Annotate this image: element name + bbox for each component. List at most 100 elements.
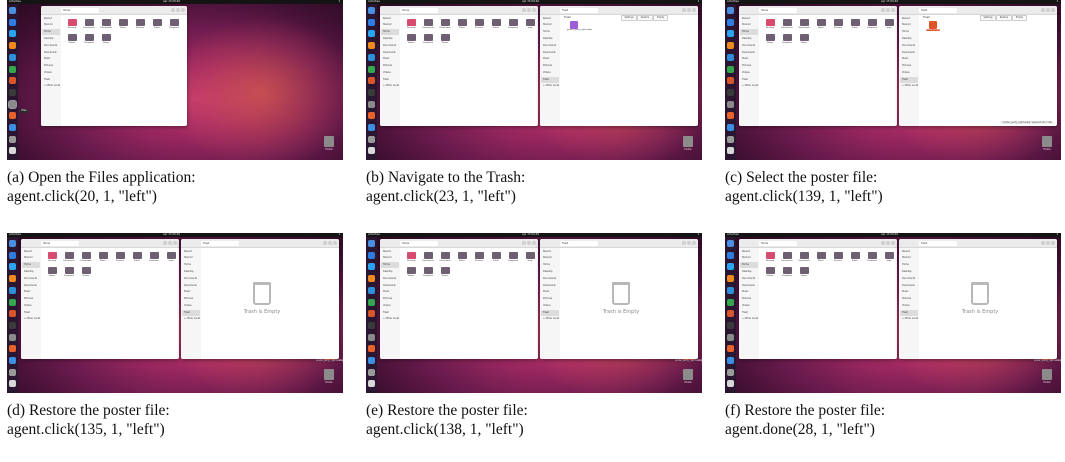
sidebar-item[interactable]: Documents	[541, 276, 559, 282]
sidebar-item[interactable]: Starred	[541, 255, 559, 261]
apps-grid-icon[interactable]	[727, 380, 734, 388]
sidebar-item[interactable]: Recent	[381, 249, 399, 255]
sidebar-item[interactable]: Videos	[740, 70, 758, 76]
folder-item[interactable]: snap	[883, 252, 895, 265]
software-icon[interactable]	[727, 112, 734, 120]
folder-item[interactable]: Templates	[781, 267, 793, 280]
folder-item[interactable]: Templates	[781, 34, 793, 47]
sidebar-item[interactable]: Music	[900, 56, 918, 62]
sidebar-item[interactable]: Downloads	[22, 283, 40, 289]
sidebar-item[interactable]: Home	[182, 262, 200, 268]
sidebar-item[interactable]: + Other Locations	[381, 83, 399, 89]
writer-icon[interactable]	[368, 286, 375, 294]
close-button[interactable]	[881, 8, 885, 12]
sidebar-item[interactable]: Trash	[740, 77, 758, 83]
folder-item[interactable]: Documents	[781, 252, 793, 265]
folder-item[interactable]: Videos	[798, 267, 810, 280]
folder-item[interactable]: Pictures	[473, 252, 485, 265]
sidebar-item[interactable]: Trash	[381, 77, 399, 83]
sidebar-item[interactable]: Trash	[182, 309, 200, 316]
sidebar-item[interactable]: Desktop	[381, 269, 399, 275]
sidebar-item[interactable]: Videos	[182, 303, 200, 309]
sidebar-item[interactable]: Recent	[22, 249, 40, 255]
maximize-button[interactable]	[176, 8, 180, 12]
sidebar-item[interactable]: Starred	[541, 22, 559, 28]
folder-item[interactable]: Videos	[66, 34, 78, 47]
sidebar-item[interactable]: Videos	[900, 303, 918, 309]
sidebar-item[interactable]: Downloads	[381, 50, 399, 56]
sidebar-item[interactable]: Home	[381, 29, 399, 36]
sidebar-item[interactable]: Videos	[381, 70, 399, 76]
chrome-icon[interactable]	[368, 240, 375, 247]
close-button[interactable]	[171, 8, 175, 12]
impress-icon[interactable]	[368, 77, 375, 85]
sidebar-item[interactable]: Pictures	[740, 296, 758, 302]
path-bar[interactable]: Home	[400, 240, 438, 246]
folder-item[interactable]: Downloads	[100, 19, 112, 32]
maximize-button[interactable]	[687, 8, 691, 12]
sidebar-item[interactable]: Home	[900, 262, 918, 268]
vlc-icon[interactable]	[368, 275, 375, 283]
sidebar-item[interactable]: Documents	[740, 43, 758, 49]
vlc-icon[interactable]	[727, 275, 734, 283]
writer-icon[interactable]	[368, 53, 375, 61]
folder-item[interactable]: Templates	[63, 267, 75, 280]
folder-item[interactable]: Templates	[83, 34, 95, 47]
clock[interactable]: Apr 15 09:49	[522, 0, 539, 4]
sidebar-item[interactable]: Documents	[381, 43, 399, 49]
trash-icon[interactable]	[727, 368, 734, 376]
minimize-button[interactable]	[333, 241, 337, 245]
close-button[interactable]	[163, 241, 167, 245]
impress-icon[interactable]	[727, 310, 734, 318]
folder-item[interactable]: Templates	[866, 252, 878, 265]
trash-icon[interactable]	[368, 368, 375, 376]
folder-item[interactable]: Videos	[764, 34, 776, 47]
files-icon[interactable]	[368, 100, 375, 108]
sidebar-item[interactable]: Starred	[900, 255, 918, 261]
folder-item[interactable]: Downloads	[798, 252, 810, 265]
clock[interactable]: Apr 15 09:49	[163, 233, 180, 237]
calc-icon[interactable]	[9, 65, 16, 73]
sidebar-item[interactable]: + Other Locations	[541, 316, 559, 322]
system-tray-icon[interactable]: ▾	[1057, 0, 1058, 4]
writer-icon[interactable]	[9, 53, 16, 61]
sidebar-item[interactable]: Documents	[900, 276, 918, 282]
sidebar-item[interactable]: Videos	[541, 70, 559, 76]
settings-button[interactable]: Settings	[980, 15, 996, 21]
impress-icon[interactable]	[9, 77, 16, 85]
sidebar-item[interactable]: Pictures	[381, 296, 399, 302]
sidebar-item[interactable]: Recent	[182, 249, 200, 255]
path-bar[interactable]: Trash	[560, 7, 598, 13]
minimize-button[interactable]	[891, 241, 895, 245]
chrome-icon[interactable]	[9, 7, 16, 14]
help-icon[interactable]	[368, 124, 375, 131]
maximize-button[interactable]	[527, 241, 531, 245]
folder-item[interactable]: Pictures	[832, 19, 844, 32]
folder-item[interactable]: Desktop	[405, 19, 417, 32]
folder-item[interactable]: Music	[815, 252, 827, 265]
close-button[interactable]	[1041, 8, 1045, 12]
folder-item[interactable]: Music	[456, 19, 468, 32]
close-button[interactable]	[881, 241, 885, 245]
chrome-icon[interactable]	[368, 7, 375, 14]
sidebar-item[interactable]: Music	[42, 56, 60, 62]
minimize-button[interactable]	[532, 8, 536, 12]
sidebar-item[interactable]: Starred	[900, 22, 918, 28]
trash-file[interactable]: poster_party_night.webp	[567, 21, 592, 37]
sidebar-item[interactable]: Videos	[541, 303, 559, 309]
sidebar-item[interactable]: Documents	[541, 43, 559, 49]
sidebar-item[interactable]: Pictures	[381, 63, 399, 69]
impress-icon[interactable]	[368, 310, 375, 318]
sidebar-item[interactable]: Trash	[900, 76, 918, 83]
sidebar-item[interactable]: Desktop	[740, 269, 758, 275]
empty-button[interactable]: Empty	[653, 15, 668, 21]
help-icon[interactable]	[9, 357, 16, 364]
sidebar-item[interactable]: + Other Locations	[900, 316, 918, 322]
sidebar-item[interactable]: + Other Locations	[740, 83, 758, 89]
maximize-button[interactable]	[886, 241, 890, 245]
folder-item[interactable]: Videos	[405, 34, 417, 47]
clock[interactable]: Apr 15 09:49	[163, 0, 180, 4]
sidebar-item[interactable]: Recent	[900, 16, 918, 22]
sidebar-item[interactable]: Trash	[381, 310, 399, 316]
folder-item[interactable]: Videos	[798, 34, 810, 47]
